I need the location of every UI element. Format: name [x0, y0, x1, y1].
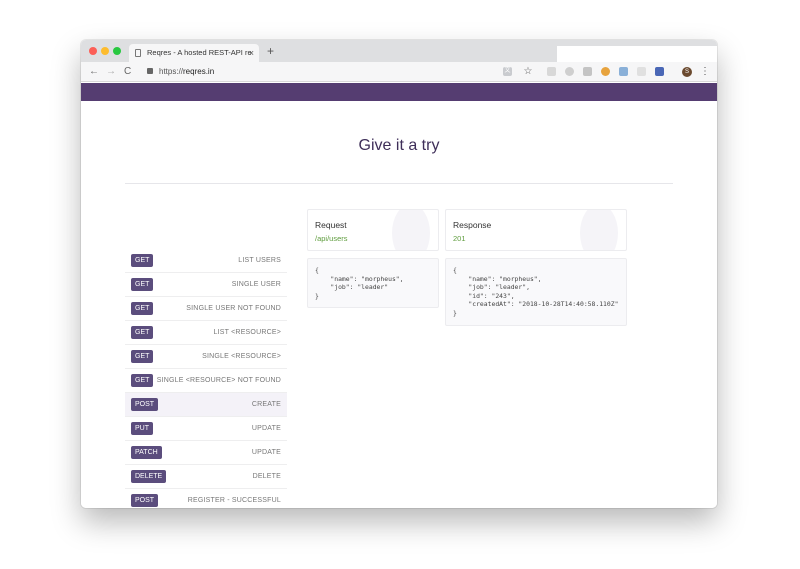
endpoint-row[interactable]: POST REGISTER - SUCCESSFUL [125, 489, 287, 508]
endpoint-row-active[interactable]: POST CREATE [125, 393, 287, 417]
method-badge: POST [131, 494, 159, 507]
method-badge: PUT [131, 422, 153, 435]
bookmark-star-icon[interactable]: ☆ [523, 67, 533, 77]
response-title: Response [453, 220, 492, 230]
endpoint-row[interactable]: GET SINGLE <RESOURCE> NOT FOUND [125, 369, 287, 393]
request-path: /api/users [315, 234, 348, 243]
code-line: "id": "243", [453, 291, 515, 300]
endpoint-label: SINGLE USER NOT FOUND [186, 305, 281, 312]
code-line: { [315, 266, 319, 274]
code-line: "name": "morpheus", [315, 274, 404, 283]
endpoint-label: SINGLE USER [231, 281, 281, 288]
code-line: "job": "leader", [453, 283, 530, 291]
decorative-shape [580, 210, 618, 250]
endpoint-row[interactable]: GET SINGLE USER [125, 273, 287, 297]
endpoint-label: CREATE [251, 401, 281, 408]
endpoint-label: REGISTER - SUCCESSFUL [187, 497, 281, 504]
back-icon[interactable]: ← [89, 65, 99, 79]
method-badge: GET [131, 326, 154, 339]
extension-icon[interactable] [619, 67, 628, 76]
section-heading: Give it a try [358, 137, 440, 154]
code-line: { [453, 266, 457, 274]
endpoint-row[interactable]: GET SINGLE USER NOT FOUND [125, 297, 287, 321]
endpoint-row[interactable]: PUT UPDATE [125, 417, 287, 441]
endpoint-label: LIST USERS [238, 257, 281, 264]
extension-icon[interactable] [637, 67, 646, 76]
tab-title: Reqres - A hosted REST-API re [147, 48, 252, 57]
maximize-window-button[interactable] [113, 47, 121, 55]
section-divider [125, 183, 673, 184]
lock-icon [147, 68, 153, 74]
method-badge: GET [131, 302, 154, 315]
page-icon [135, 49, 141, 57]
method-badge: GET [131, 350, 154, 363]
code-line: } [453, 308, 457, 317]
tab-bar: Reqres - A hosted REST-API re × + [81, 40, 717, 62]
browser-tab[interactable]: Reqres - A hosted REST-API re × [129, 44, 259, 62]
endpoint-label: UPDATE [251, 449, 281, 456]
endpoint-row[interactable]: GET SINGLE <RESOURCE> [125, 345, 287, 369]
endpoint-label: SINGLE <RESOURCE> [202, 353, 281, 360]
extension-icon[interactable] [655, 67, 664, 76]
extension-icon[interactable] [583, 67, 592, 76]
method-badge: GET [131, 374, 154, 387]
profile-avatar[interactable]: S [682, 67, 692, 77]
site-header-bar [81, 83, 717, 101]
extension-icon[interactable] [601, 67, 610, 76]
reload-icon[interactable]: C [124, 65, 131, 79]
method-badge: POST [131, 398, 159, 411]
browser-toolbar: ← → C https://reqres.in 文 ☆ S ⋮ [81, 62, 717, 82]
endpoint-row[interactable]: GET LIST <RESOURCE> [125, 321, 287, 345]
extension-icon[interactable] [565, 67, 574, 76]
endpoint-row[interactable]: DELETE DELETE [125, 465, 287, 489]
endpoint-label: UPDATE [251, 425, 281, 432]
extension-icon[interactable] [547, 67, 556, 76]
method-badge: GET [131, 254, 154, 267]
address-bar[interactable]: https://reqres.in [159, 65, 214, 79]
response-card: Response 201 [445, 209, 627, 251]
method-badge: DELETE [131, 470, 167, 483]
endpoint-row[interactable]: PATCH UPDATE [125, 441, 287, 465]
endpoint-label: DELETE [252, 473, 281, 480]
forward-icon[interactable]: → [106, 65, 116, 79]
code-line: "name": "morpheus", [453, 274, 542, 283]
response-status: 201 [453, 234, 466, 243]
new-tab-button[interactable]: + [267, 43, 274, 59]
request-body: { "name": "morpheus", "job": "leader"} [307, 258, 439, 308]
url-scheme: https:// [159, 67, 184, 76]
endpoint-list: GET LIST USERS GET SINGLE USER GET SINGL… [125, 249, 287, 508]
tab-strip-blank [557, 46, 717, 62]
code-line: "job": "leader" [315, 283, 389, 291]
close-window-button[interactable] [89, 47, 97, 55]
browser-window: Reqres - A hosted REST-API re × + ← → C … [81, 40, 717, 508]
url-host: reqres.in [183, 67, 215, 76]
method-badge: PATCH [131, 446, 162, 459]
request-title: Request [315, 220, 347, 230]
method-badge: GET [131, 278, 154, 291]
page-content: Give it a try GET LIST USERS GET SINGLE … [81, 101, 717, 508]
code-line: } [315, 291, 319, 300]
browser-menu-icon[interactable]: ⋮ [700, 67, 710, 77]
decorative-shape [392, 210, 430, 250]
endpoint-row[interactable]: GET LIST USERS [125, 249, 287, 273]
request-card: Request /api/users [307, 209, 439, 251]
minimize-window-button[interactable] [101, 47, 109, 55]
translate-icon[interactable]: 文 [503, 67, 512, 76]
tab-close-icon[interactable]: × [249, 44, 254, 62]
code-line: "createdAt": "2018-10-28T14:40:58.110Z" [453, 300, 619, 308]
endpoint-label: LIST <RESOURCE> [213, 329, 281, 336]
endpoint-label: SINGLE <RESOURCE> NOT FOUND [156, 377, 281, 384]
response-body: { "name": "morpheus", "job": "leader", "… [445, 258, 627, 326]
